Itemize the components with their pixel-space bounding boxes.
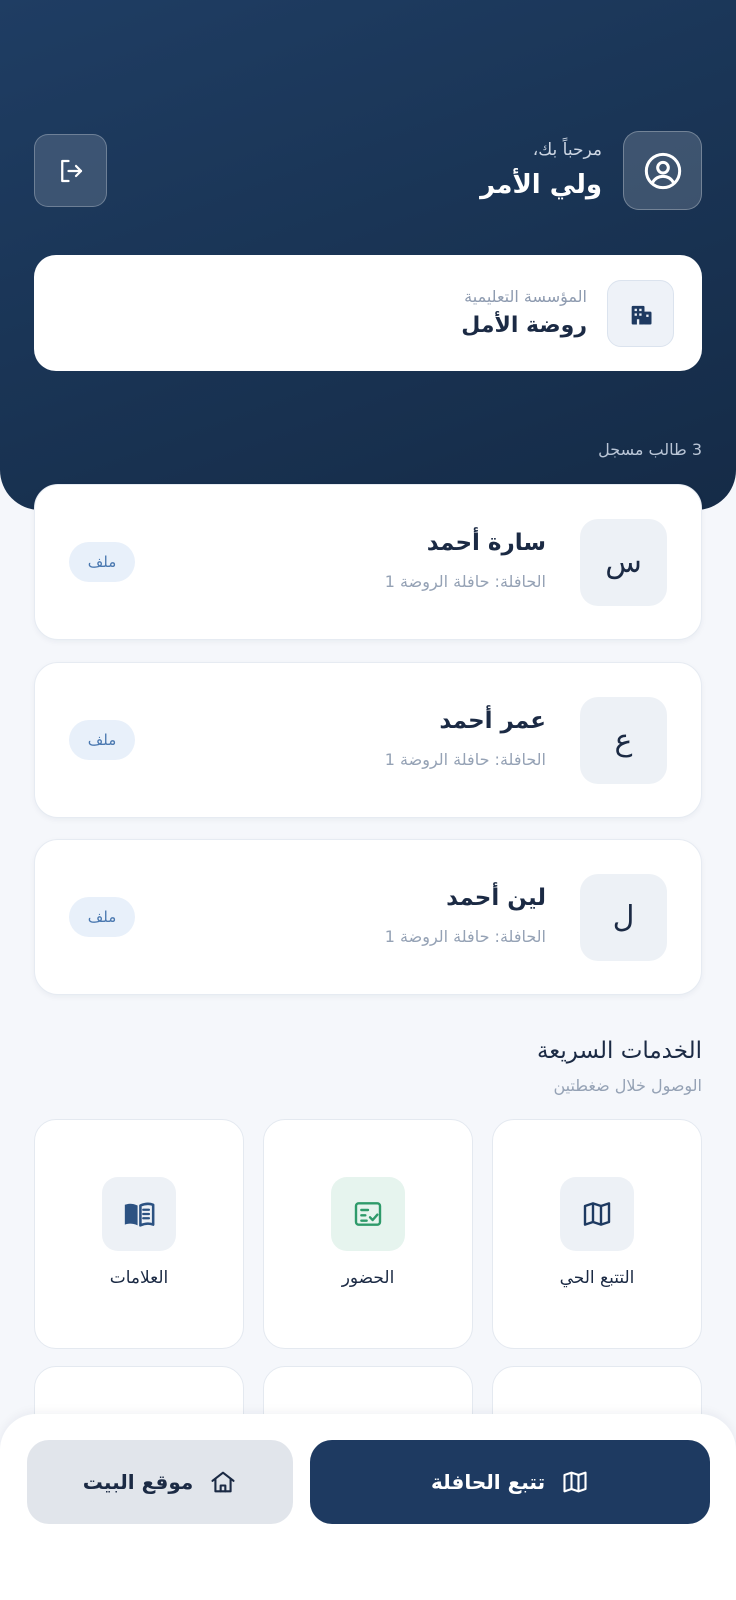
student-profile-button[interactable]: ملف: [69, 897, 135, 937]
track-bus-label: تتبع الحافلة: [430, 1470, 546, 1494]
service-icon-box: [102, 1177, 176, 1251]
service-icon-box: [560, 1177, 634, 1251]
student-name: عمر أحمد: [439, 708, 546, 734]
student-bus: الحافلة: حافلة الروضة 1: [384, 572, 546, 591]
profile-button[interactable]: [623, 131, 702, 210]
student-name: سارة أحمد: [426, 530, 546, 556]
logout-icon: [60, 159, 82, 182]
student-avatar: ل: [580, 874, 667, 961]
welcome-text: مرحباً بك،: [532, 140, 602, 160]
map-icon: [563, 1471, 587, 1493]
user-circle-icon: [644, 152, 681, 189]
student-avatar: س: [580, 519, 667, 606]
user-role-title: ولي الأمر: [480, 170, 602, 200]
home-location-button[interactable]: موقع البيت: [27, 1440, 293, 1524]
service-icon-box: [331, 1177, 405, 1251]
student-bus: الحافلة: حافلة الروضة 1: [384, 750, 546, 769]
home-location-label: موقع البيت: [82, 1470, 194, 1494]
building-icon: [631, 305, 651, 324]
service-label: الحضور: [341, 1268, 395, 1288]
map-icon: [583, 1202, 611, 1226]
student-profile-button[interactable]: ملف: [69, 542, 135, 582]
institution-card: [34, 255, 702, 371]
service-label: العلامات: [109, 1268, 169, 1288]
student-profile-button[interactable]: ملف: [69, 720, 135, 760]
book-icon: [124, 1202, 155, 1227]
section-title: الخدمات السريعة: [536, 1038, 702, 1064]
institution-name: روضة الأمل: [461, 313, 587, 338]
home-icon: [211, 1471, 235, 1493]
institution-icon-box: [607, 280, 674, 347]
student-name: لين أحمد: [446, 885, 546, 911]
students-count: 3 طالب مسجل: [598, 440, 702, 459]
institution-label: المؤسسة التعليمية: [464, 287, 587, 306]
attendance-checklist-icon: [354, 1202, 382, 1226]
service-label: التتبع الحي: [559, 1268, 635, 1288]
student-bus: الحافلة: حافلة الروضة 1: [384, 927, 546, 946]
section-subtitle: الوصول خلال ضغطتين: [553, 1076, 702, 1095]
logout-button[interactable]: [34, 134, 107, 207]
track-bus-button[interactable]: تتبع الحافلة: [310, 1440, 710, 1524]
student-avatar: ع: [580, 697, 667, 784]
